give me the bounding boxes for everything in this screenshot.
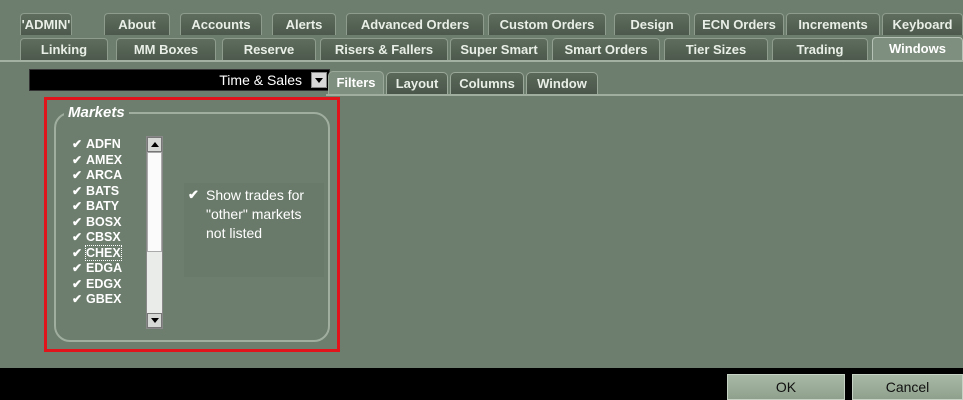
window-select[interactable]: Time & Sales: [29, 69, 330, 91]
subtab-filters[interactable]: Filters: [328, 71, 384, 95]
subtab-columns[interactable]: Columns: [450, 72, 524, 94]
tab-super-smart[interactable]: Super Smart: [450, 38, 548, 60]
tab-smart-orders[interactable]: Smart Orders: [552, 38, 660, 60]
tab-row-2: Linking MM Boxes Reserve Risers & Faller…: [0, 37, 963, 61]
tab-risers-fallers[interactable]: Risers & Fallers: [320, 38, 448, 60]
tab-custom-orders[interactable]: Custom Orders: [488, 13, 606, 35]
tab-about[interactable]: About: [104, 13, 170, 35]
tab-divider: [0, 60, 963, 62]
tab-design[interactable]: Design: [614, 13, 690, 35]
tab-trading[interactable]: Trading: [772, 38, 868, 60]
subtab-divider: [326, 94, 963, 96]
tab-row-1: 'ADMIN' About Accounts Alerts Advanced O…: [0, 13, 963, 36]
tab-ecn-orders[interactable]: ECN Orders: [694, 13, 784, 35]
settings-panel: 'ADMIN' About Accounts Alerts Advanced O…: [0, 0, 963, 368]
subtab-layout[interactable]: Layout: [386, 72, 448, 94]
tab-reserve[interactable]: Reserve: [222, 38, 316, 60]
tab-increments[interactable]: Increments: [786, 13, 880, 35]
tab-tier-sizes[interactable]: Tier Sizes: [664, 38, 768, 60]
tab-alerts[interactable]: Alerts: [272, 13, 336, 35]
tab-admin[interactable]: 'ADMIN': [20, 13, 72, 35]
cancel-button[interactable]: Cancel: [852, 374, 963, 400]
chevron-down-icon[interactable]: [311, 72, 327, 88]
window-select-value: Time & Sales: [219, 72, 302, 88]
subtab-window[interactable]: Window: [526, 72, 598, 94]
highlight-box: [44, 97, 340, 352]
ok-button[interactable]: OK: [727, 374, 845, 400]
tab-accounts[interactable]: Accounts: [180, 13, 262, 35]
tab-windows[interactable]: Windows: [872, 37, 963, 61]
tab-keyboard[interactable]: Keyboard: [882, 13, 963, 35]
tab-linking[interactable]: Linking: [20, 38, 108, 60]
tab-mm-boxes[interactable]: MM Boxes: [116, 38, 216, 60]
tab-advanced-orders[interactable]: Advanced Orders: [346, 13, 484, 35]
